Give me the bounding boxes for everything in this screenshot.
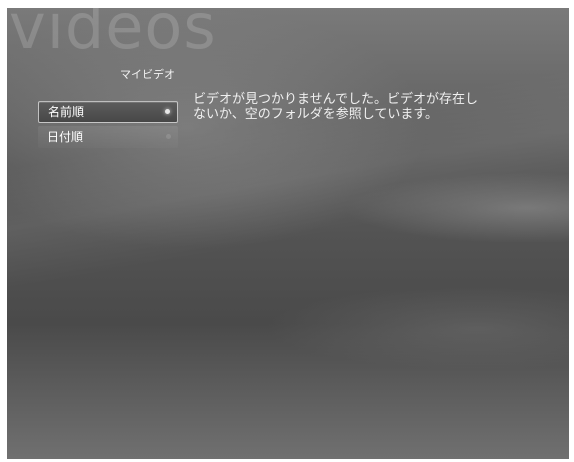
message-line-2: ないか、空のフォルダを参照しています。 [193,107,439,122]
message-line-1: ビデオが見つかりませんでした。ビデオが存在し [193,92,478,107]
sort-by-name-button[interactable]: 名前順 [38,101,178,123]
media-center-screen: videos マイビデオ 名前順 日付順 ビデオが見つかりませんでした。ビデオが… [7,8,569,459]
selected-indicator-icon [165,109,170,114]
empty-folder-message: ビデオが見つかりませんでした。ビデオが存在し ないか、空のフォルダを参照していま… [193,92,543,122]
page-title: マイビデオ [120,68,175,81]
sort-by-name-label: 名前順 [48,105,85,119]
sort-by-date-label: 日付順 [47,130,84,144]
section-watermark: videos [9,8,217,63]
unselected-indicator-icon [166,134,171,139]
sort-menu: 名前順 日付順 [38,101,178,151]
sort-by-date-button[interactable]: 日付順 [38,126,178,148]
